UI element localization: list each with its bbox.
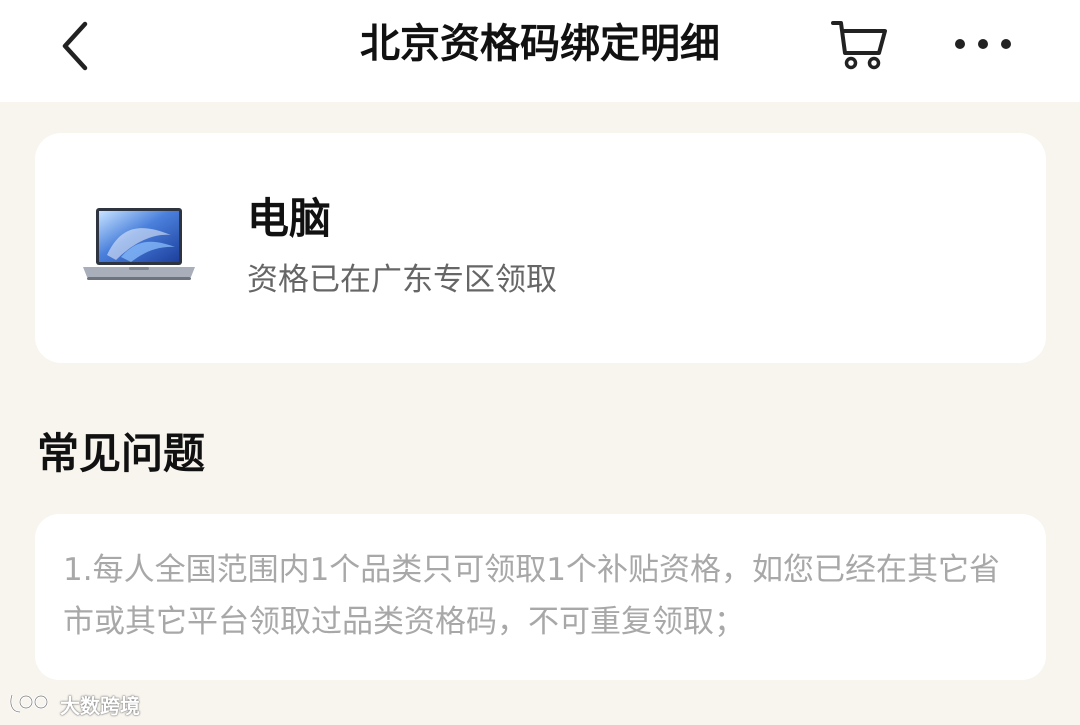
product-qualification-card[interactable]: 电脑 资格已在广东专区领取	[35, 133, 1046, 363]
cart-icon	[831, 21, 887, 70]
watermark-text: 大数跨境	[60, 693, 140, 718]
qualification-status: 资格已在广东专区领取	[247, 262, 557, 298]
product-category-title: 电脑	[247, 194, 332, 243]
top-navigation-bar: 北京资格码绑定明细	[0, 0, 1080, 102]
laptop-image	[83, 208, 195, 280]
watermark: 大数跨境	[8, 688, 140, 720]
more-icon	[955, 39, 1011, 49]
faq-heading: 常见问题	[37, 429, 206, 478]
watermark-logo-icon	[9, 694, 49, 714]
cart-button[interactable]	[826, 16, 892, 74]
faq-item-1: 1.每人全国范围内1个品类只可领取1个补贴资格，如您已经在其它省市或其它平台领取…	[63, 552, 1001, 640]
page-title: 北京资格码绑定明细	[360, 21, 720, 67]
more-options-button[interactable]	[948, 24, 1018, 64]
faq-card: 1.每人全国范围内1个品类只可领取1个补贴资格，如您已经在其它省市或其它平台领取…	[35, 514, 1046, 680]
